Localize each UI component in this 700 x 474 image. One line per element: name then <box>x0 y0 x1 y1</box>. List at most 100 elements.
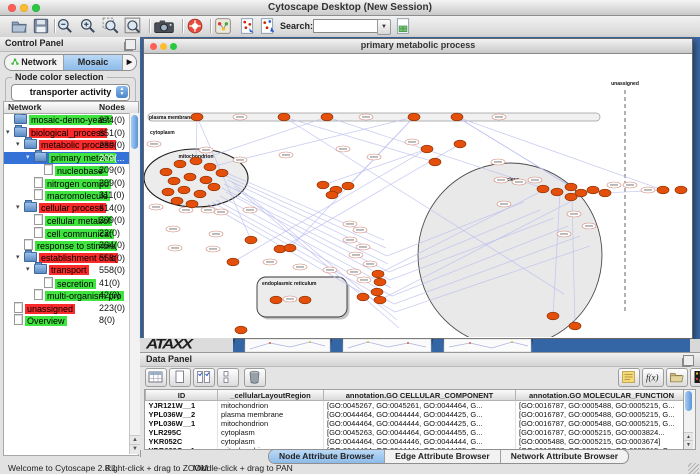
table-column-header[interactable]: _cellularLayoutRegion <box>218 390 324 401</box>
tree-row[interactable]: secretion41(0) <box>4 277 138 290</box>
scrollbar-thumb[interactable] <box>131 115 138 149</box>
unselect-attributes-button[interactable] <box>217 368 239 387</box>
gene-node[interactable] <box>186 200 198 208</box>
gene-node[interactable] <box>204 163 216 171</box>
gene-node[interactable] <box>168 177 180 185</box>
tab-network[interactable]: Network <box>5 55 64 70</box>
tree-row[interactable]: ▾transport558(0) <box>4 264 138 277</box>
gene-node[interactable] <box>565 183 577 191</box>
attribute-table[interactable]: ID_cellularLayoutRegionannotation.GO CEL… <box>144 389 688 450</box>
table-column-header[interactable]: annotation.GO CELLULAR_COMPONENT <box>324 390 516 401</box>
network-window-titlebar[interactable]: primary metabolic process <box>144 39 692 54</box>
tree-row[interactable]: ▾metabolic process280(0) <box>4 139 138 152</box>
gene-node[interactable] <box>429 158 441 166</box>
tree-row[interactable]: cellular metabol209(0) <box>4 214 138 227</box>
gene-node[interactable] <box>357 293 369 301</box>
attribute-notes-button[interactable] <box>618 368 640 387</box>
attribute-matrix-button[interactable] <box>690 368 700 387</box>
table-column-header[interactable]: annotation.GO MOLECULAR_FUNCTION <box>516 390 688 401</box>
tree-row[interactable]: mosaic-demo-yeast874(0) <box>4 114 138 127</box>
tree-row[interactable]: unassigned223(0) <box>4 302 138 315</box>
tree-row[interactable]: Overview8(0) <box>4 314 138 327</box>
gene-node[interactable] <box>190 157 202 165</box>
select-attributes-button[interactable] <box>193 368 215 387</box>
gene-node[interactable] <box>371 288 383 296</box>
gene-node[interactable] <box>551 188 563 196</box>
expanded-arrow-icon[interactable]: ▾ <box>16 139 24 152</box>
gene-node[interactable] <box>317 181 329 189</box>
scroll-down-arrow[interactable]: ▼ <box>684 440 693 449</box>
search-input[interactable] <box>313 19 379 33</box>
network-view-window[interactable]: primary metabolic process plasma membran… <box>143 38 693 339</box>
gene-node[interactable] <box>194 190 206 198</box>
gene-node[interactable] <box>191 113 203 121</box>
gene-node[interactable] <box>208 183 220 191</box>
tree-row[interactable]: nitrogen compo209(0) <box>4 177 138 190</box>
table-scrollbar[interactable]: ▲ ▼ <box>683 389 696 450</box>
vizmapper-button[interactable] <box>214 17 232 35</box>
network-canvas[interactable]: plasma membranecytoplasmmitochondrionnuc… <box>144 54 690 337</box>
gene-node[interactable] <box>408 113 420 121</box>
gene-node[interactable] <box>216 169 228 177</box>
expanded-arrow-icon[interactable]: ▾ <box>16 252 24 265</box>
gene-node[interactable] <box>599 189 611 197</box>
gene-node[interactable] <box>374 278 386 286</box>
gene-node[interactable] <box>421 145 433 153</box>
network-snapshot-button[interactable] <box>153 17 175 35</box>
gene-node[interactable] <box>174 160 186 168</box>
resize-grip[interactable] <box>688 463 699 474</box>
tree-row[interactable]: multi-organism pro42(0) <box>4 289 138 302</box>
search-dropdown-button[interactable]: ▼ <box>377 19 391 35</box>
gene-node[interactable] <box>270 296 282 304</box>
tabs-overflow-arrow[interactable]: ▶ <box>123 55 136 70</box>
gene-node[interactable] <box>171 197 183 205</box>
gene-node[interactable] <box>451 113 463 121</box>
expanded-arrow-icon[interactable]: ▾ <box>16 202 24 215</box>
gene-node[interactable] <box>160 168 172 176</box>
gene-node[interactable] <box>178 186 190 194</box>
tree-row[interactable]: ▾primary metabo209(... <box>4 152 138 165</box>
zoom-out-button[interactable] <box>56 17 74 35</box>
gene-node[interactable] <box>227 258 239 266</box>
delete-attribute-button[interactable] <box>244 368 266 387</box>
gene-node[interactable] <box>299 296 311 304</box>
tab-mosaic[interactable]: Mosaic <box>64 55 123 70</box>
function-builder-button[interactable]: f(x) <box>642 368 664 387</box>
table-row[interactable]: YKR052Ccytoplasm[GO:0044464, GO:0044446,… <box>146 437 688 446</box>
copy-network-view-button[interactable] <box>258 17 276 35</box>
gene-node[interactable] <box>569 322 581 330</box>
gene-node[interactable] <box>454 140 466 148</box>
gene-node[interactable] <box>200 176 212 184</box>
gene-node[interactable] <box>326 191 338 199</box>
node-color-dropdown[interactable]: transporter activity ▲▼ <box>11 84 130 101</box>
zoom-fit-button[interactable] <box>124 17 142 35</box>
save-session-button[interactable] <box>32 17 50 35</box>
scrollbar-thumb[interactable] <box>685 391 692 411</box>
expanded-arrow-icon[interactable]: ▾ <box>26 264 34 277</box>
tree-row[interactable]: nucleobase-209(0) <box>4 164 138 177</box>
table-row[interactable]: YLR295Ccytoplasm[GO:0045263, GO:0044464,… <box>146 428 688 437</box>
table-row[interactable]: YJR121W__1mitochondrion[GO:0045267, GO:0… <box>146 401 688 411</box>
zoom-in-button[interactable] <box>79 17 97 35</box>
help-button[interactable] <box>186 17 204 35</box>
open-session-button[interactable] <box>10 17 28 35</box>
tree-scrollbar[interactable]: ▲ ▼ <box>129 113 140 454</box>
gene-node[interactable] <box>321 113 333 121</box>
tree-row[interactable]: cell communicat22(0) <box>4 227 138 240</box>
gene-node[interactable] <box>342 182 354 190</box>
scroll-down-arrow[interactable]: ▼ <box>130 444 140 454</box>
gene-node[interactable] <box>372 270 384 278</box>
float-panel-icon[interactable] <box>683 355 694 366</box>
gene-node[interactable] <box>184 173 196 181</box>
tree-row[interactable]: ▾cellular process614(0) <box>4 202 138 215</box>
gene-node[interactable] <box>374 296 386 304</box>
new-attribute-button[interactable] <box>169 368 191 387</box>
gene-node[interactable] <box>675 186 687 194</box>
import-attributes-button[interactable] <box>666 368 688 387</box>
expanded-arrow-icon[interactable]: ▾ <box>26 152 34 165</box>
gene-node[interactable] <box>162 188 174 196</box>
tree-row[interactable]: ▾establishment of lo558(0) <box>4 252 138 265</box>
gene-node[interactable] <box>235 326 247 334</box>
gene-node[interactable] <box>547 312 559 320</box>
show-table-button[interactable] <box>145 368 167 387</box>
